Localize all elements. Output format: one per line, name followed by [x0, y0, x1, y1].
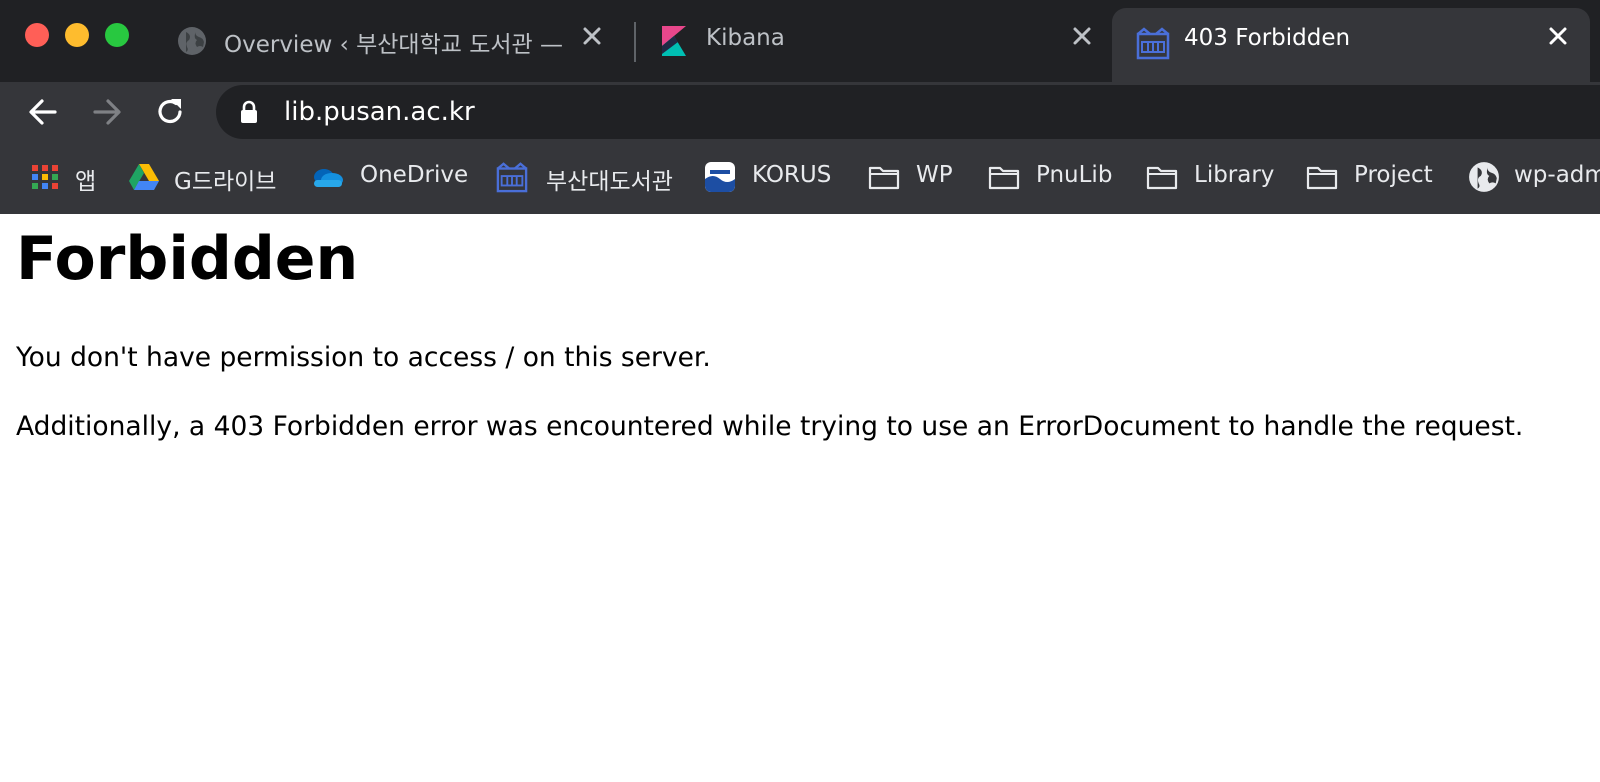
bookmark-label: PnuLib — [1036, 162, 1113, 188]
folder-icon — [988, 166, 1020, 190]
pnu-library-icon — [496, 162, 528, 193]
bookmark-project[interactable]: Project — [1304, 142, 1444, 214]
window-close-button[interactable] — [25, 23, 49, 47]
bookmark-pnu-library[interactable]: 부산대도서관 — [494, 142, 674, 214]
folder-icon — [1306, 166, 1338, 190]
pnu-library-icon — [1136, 27, 1170, 60]
tab-title: Overview ‹ 부산대학교 도서관 — 워 — [224, 32, 566, 58]
bookmark-apps[interactable]: 앱 — [28, 142, 108, 214]
window-minimize-button[interactable] — [65, 23, 89, 47]
folder-icon — [1146, 166, 1178, 190]
bookmark-korus[interactable]: KORUS — [702, 142, 842, 214]
page-content: Forbidden You don't have permission to a… — [0, 214, 1600, 782]
tab-close-icon[interactable] — [1544, 22, 1572, 50]
tab-separator — [634, 22, 636, 62]
korus-icon — [705, 162, 735, 192]
google-drive-icon — [129, 164, 159, 190]
folder-icon — [868, 166, 900, 190]
bookmark-label: 부산대도서관 — [546, 169, 673, 195]
bookmark-gdrive[interactable]: G드라이브 — [128, 142, 288, 214]
bookmark-label: OneDrive — [360, 162, 469, 188]
reload-icon[interactable] — [152, 94, 188, 130]
bookmark-onedrive[interactable]: OneDrive — [308, 142, 468, 214]
tab-kibana[interactable]: Kibana — [640, 0, 1100, 82]
globe-icon — [1469, 162, 1499, 192]
navigation-bar: lib.pusan.ac.kr — [0, 82, 1600, 142]
bookmark-wp-admin[interactable]: wp-adm — [1466, 142, 1600, 214]
bookmark-label: KORUS — [752, 162, 832, 188]
back-arrow-icon[interactable] — [25, 94, 61, 130]
bookmark-wp[interactable]: WP — [866, 142, 966, 214]
browser-chrome: Overview ‹ 부산대학교 도서관 — 워 Kibana 403 Forb… — [0, 0, 1600, 214]
bookmark-label: Library — [1194, 162, 1275, 188]
page-heading: Forbidden — [16, 224, 359, 294]
error-document-message: Additionally, a 403 Forbidden error was … — [16, 411, 1524, 442]
tab-overview[interactable]: Overview ‹ 부산대학교 도서관 — 워 — [160, 0, 620, 82]
kibana-logo-icon — [662, 26, 686, 56]
lock-icon — [241, 100, 257, 123]
tab-title: 403 Forbidden — [1184, 25, 1351, 51]
tab-403-forbidden[interactable]: 403 Forbidden — [1112, 8, 1590, 82]
tab-title: Kibana — [706, 25, 785, 51]
bookmarks-bar: 앱 G드라이브 OneDrive 부산대도서관 KORUS WP PnuLib … — [0, 142, 1600, 214]
forward-arrow-icon[interactable] — [89, 94, 125, 130]
permission-message: You don't have permission to access / on… — [16, 342, 711, 373]
bookmark-label: Project — [1354, 162, 1433, 188]
bookmark-label: G드라이브 — [174, 169, 277, 195]
tab-strip: Overview ‹ 부산대학교 도서관 — 워 Kibana 403 Forb… — [0, 0, 1600, 82]
bookmark-label: wp-adm — [1514, 162, 1600, 188]
bookmark-label: WP — [916, 162, 953, 188]
bookmark-pnulib[interactable]: PnuLib — [986, 142, 1116, 214]
bookmark-library[interactable]: Library — [1144, 142, 1284, 214]
tab-close-icon[interactable] — [578, 22, 606, 50]
onedrive-cloud-icon — [314, 169, 343, 187]
bookmark-label: 앱 — [75, 169, 97, 195]
window-maximize-button[interactable] — [105, 23, 129, 47]
url-text[interactable]: lib.pusan.ac.kr — [284, 97, 475, 127]
apps-grid-icon — [32, 165, 58, 189]
globe-icon — [178, 27, 206, 55]
address-bar[interactable]: lib.pusan.ac.kr — [216, 85, 1600, 139]
tab-close-icon[interactable] — [1068, 22, 1096, 50]
